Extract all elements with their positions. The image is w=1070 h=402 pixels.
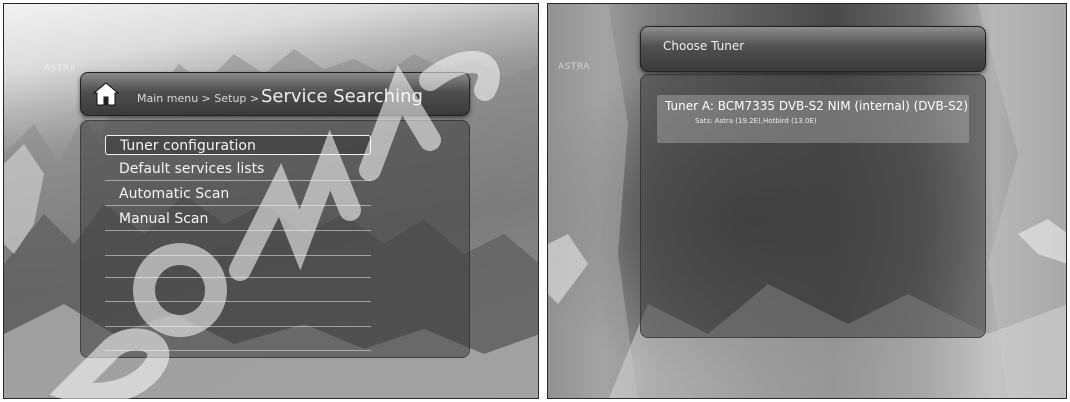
header-bar: Main menu > Setup > Service Searching: [80, 72, 470, 116]
home-icon: [93, 82, 119, 106]
menu-divider: [105, 350, 371, 351]
service-searching-screen: ASTRA Main menu > Setup > Service Search…: [3, 3, 539, 399]
choose-tuner-screen: ASTRA Choose Tuner Tuner A: BCM7335 DVB-…: [547, 3, 1067, 399]
menu-item-default-services-lists[interactable]: Default services lists: [105, 159, 371, 179]
dialog-title: Choose Tuner: [663, 39, 745, 53]
menu-divider: [105, 255, 371, 256]
menu-item-tuner-configuration[interactable]: Tuner configuration: [105, 135, 371, 155]
menu-divider: [105, 230, 371, 231]
astra-logo: ASTRA: [44, 64, 76, 74]
breadcrumb: Main menu > Setup >: [137, 92, 260, 105]
menu-item-automatic-scan[interactable]: Automatic Scan: [105, 184, 371, 204]
menu-divider: [105, 277, 371, 278]
menu-divider: [105, 326, 371, 327]
tuner-list-panel: Tuner A: BCM7335 DVB-S2 NIM (internal) (…: [640, 74, 986, 338]
menu-item-manual-scan[interactable]: Manual Scan: [105, 209, 371, 229]
menu-divider: [105, 180, 371, 181]
tuner-name: Tuner A: BCM7335 DVB-S2 NIM (internal) (…: [665, 99, 968, 113]
astra-logo: ASTRA: [558, 62, 590, 72]
menu-divider: [105, 205, 371, 206]
tuner-list-item[interactable]: Tuner A: BCM7335 DVB-S2 NIM (internal) (…: [657, 95, 969, 143]
page-title: Service Searching: [261, 86, 423, 107]
tuner-satellites: Sats: Astra (19.2E),Hotbird (13.0E): [695, 117, 817, 125]
dialog-header: Choose Tuner: [640, 26, 986, 72]
menu-divider: [105, 301, 371, 302]
menu-panel: Tuner configuration Default services lis…: [80, 120, 470, 358]
